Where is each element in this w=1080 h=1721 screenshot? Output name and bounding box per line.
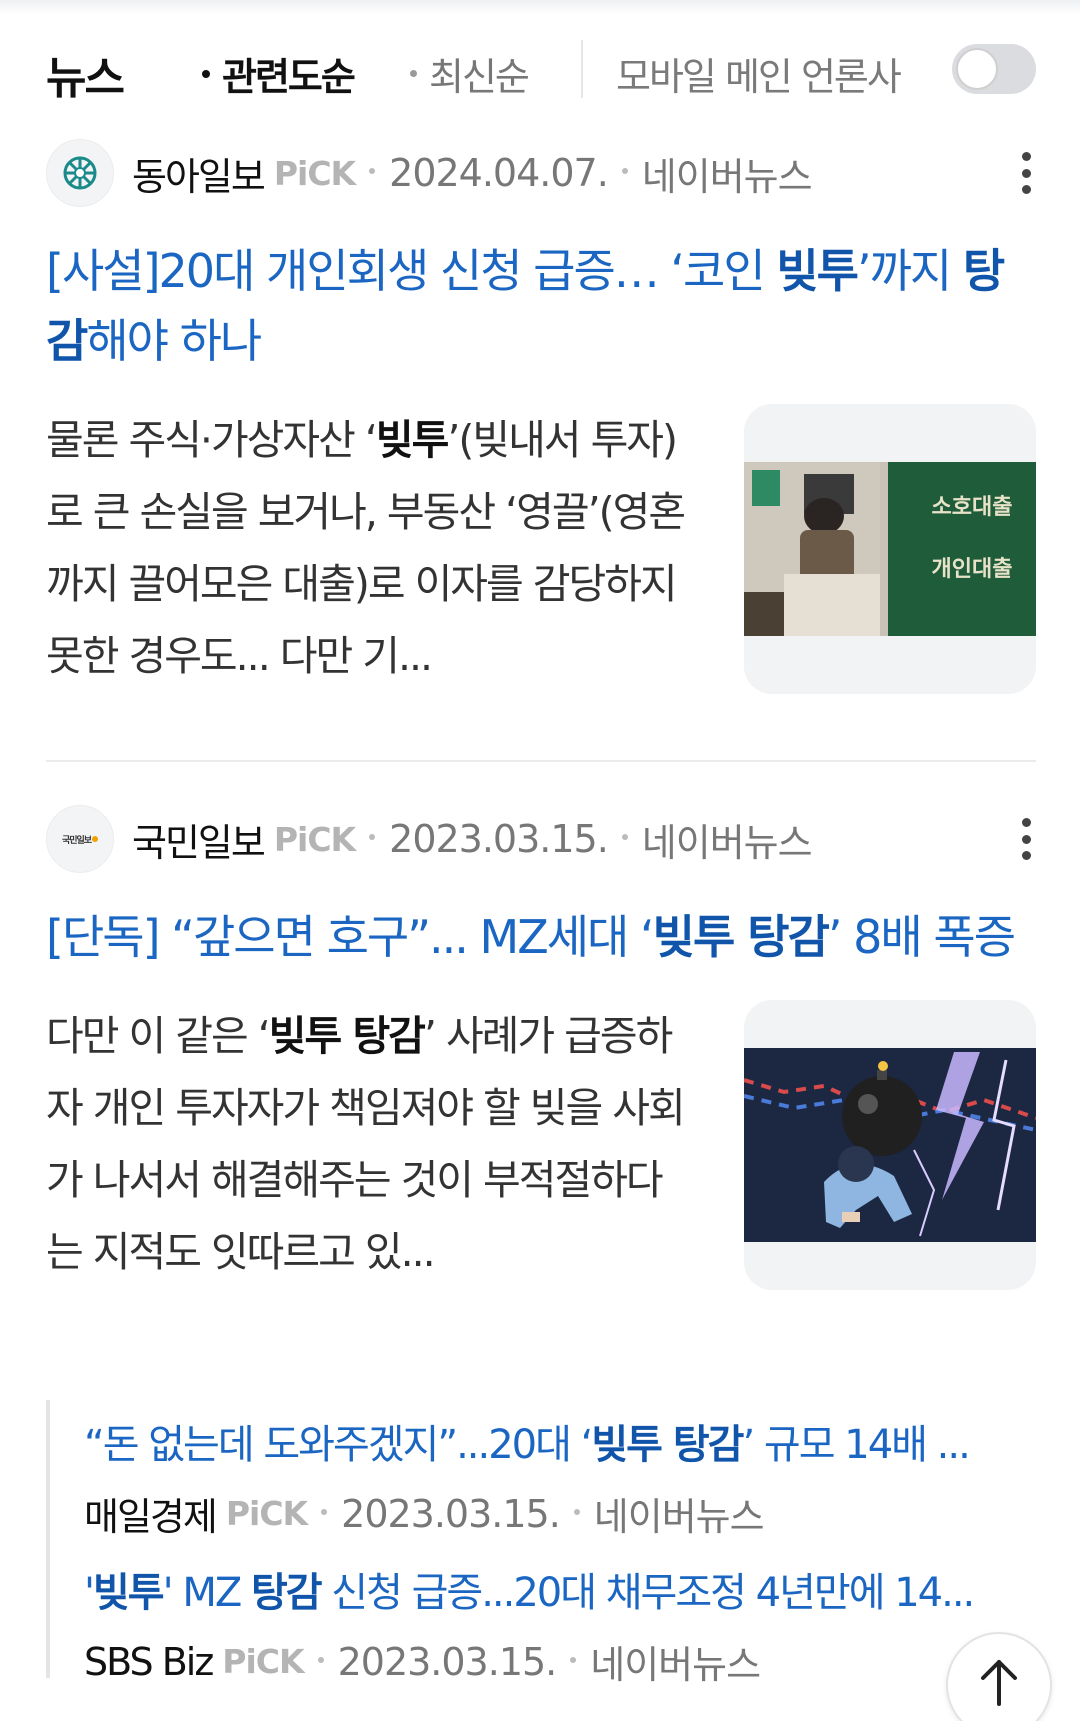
article-body: 물론 주식·가상자산 ‘빚투’(빚내서 투자)로 큰 손실을 보거나, 부동산 … (46, 404, 1036, 694)
article-summary[interactable]: 물론 주식·가상자산 ‘빚투’(빚내서 투자)로 큰 손실을 보거나, 부동산 … (46, 404, 696, 692)
naver-news-link[interactable]: 네이버뉴스 (594, 1486, 765, 1541)
meta-separator (573, 1508, 580, 1515)
sort-relevance-option[interactable]: 관련도순 (202, 46, 356, 101)
headline-text: 해야 하나 (86, 314, 262, 368)
related-item: '빚투' MZ 탕감 신청 급증...20대 채무조정 4년만에 14... S… (84, 1560, 1034, 1689)
headline-text: [사설]20대 개인회생 신청 급증… ‘코인 (46, 244, 777, 298)
meta-separator (369, 168, 376, 174)
related-headline-link[interactable]: “돈 없는데 도와주겠지”...20대 ‘빚투 탕감’ 규모 14배 ... (84, 1412, 1034, 1470)
meta-separator (570, 1656, 577, 1663)
press-name[interactable]: 매일경제 (84, 1486, 218, 1541)
meta-separator (317, 1656, 324, 1663)
article-thumbnail[interactable]: 소호대출 개인대출 (744, 404, 1036, 694)
related-articles: “돈 없는데 도와주겠지”...20대 ‘빚투 탕감’ 규모 14배 ... 매… (46, 1400, 1036, 1687)
news-section-header: 뉴스 관련도순 최신순 모바일 메인 언론사 (46, 36, 1036, 104)
related-headline-link[interactable]: '빚투' MZ 탕감 신청 급증...20대 채무조정 4년만에 14... (84, 1560, 1034, 1618)
article-body: 다만 이 같은 ‘빚투 탕감’ 사례가 급증하자 개인 투자자가 책임져야 할 … (46, 1000, 1036, 1290)
summary-text: 다만 이 같은 ‘ (46, 1012, 271, 1060)
pick-badge: PiCK (225, 1494, 308, 1533)
top-edge-shadow (0, 0, 1080, 14)
arrow-up-icon (981, 1660, 1017, 1706)
thumb-sign-text: 개인대출 (932, 557, 1013, 582)
article-headline-link[interactable]: [단독] “갚으면 호구”... MZ세대 ‘빚투 탕감’ 8배 폭증 (46, 902, 1036, 972)
mobile-main-press-label: 모바일 메인 언론사 (616, 55, 902, 99)
meta-separator (621, 168, 628, 174)
toggle-knob (956, 48, 998, 90)
article-date: 2023.03.15. (341, 1491, 561, 1536)
headline-text: [단독] “갚으면 호구”... MZ세대 ‘ (46, 910, 655, 964)
summary-text: 물론 주식·가상자산 ‘ (46, 416, 378, 464)
headline-text: ' (84, 1570, 95, 1616)
article-date: 2023.03.15. (337, 1639, 558, 1684)
headline-text: ’까지 (856, 244, 963, 298)
header-divider (581, 40, 583, 98)
headline-text: ’ 8배 폭증 (827, 910, 1016, 964)
related-meta: 매일경제 PiCK 2023.03.15. 네이버뉴스 (84, 1486, 1034, 1541)
headline-keyword: 빚투 (93, 1570, 165, 1616)
selected-dot-icon (202, 69, 210, 78)
sort-relevance-label: 관련도순 (222, 55, 356, 99)
bullet-dot-icon (410, 70, 417, 77)
scroll-to-top-button[interactable] (946, 1632, 1052, 1721)
kukmin-logo-icon[interactable]: 국민일보 (46, 805, 114, 873)
sort-latest-option[interactable]: 최신순 (410, 46, 530, 101)
article-source-row: 동아일보 PiCK 2024.04.07. 네이버뉴스 (46, 138, 1036, 208)
headline-text: ’ 규모 14배 ... (742, 1422, 971, 1468)
meta-separator (321, 1508, 328, 1515)
headline-keyword: 빚투 탕감 (591, 1422, 744, 1468)
section-title: 뉴스 (46, 53, 125, 104)
more-vertical-icon[interactable] (1022, 818, 1032, 860)
pick-badge: PiCK (273, 819, 356, 859)
headline-keyword: 탕감 (250, 1570, 323, 1616)
pick-badge: PiCK (273, 153, 356, 193)
press-logo-text: 국민일보 (61, 835, 92, 846)
meta-separator (369, 834, 376, 840)
article-date: 2023.03.15. (389, 817, 609, 861)
press-name[interactable]: 동아일보 (132, 146, 266, 201)
headline-text: “돈 없는데 도와주겠지”...20대 ‘ (84, 1422, 593, 1468)
naver-news-link[interactable]: 네이버뉴스 (642, 146, 813, 201)
news-article: 동아일보 PiCK 2024.04.07. 네이버뉴스 [사설]20대 개인회생… (46, 138, 1036, 694)
article-divider (46, 760, 1036, 762)
headline-text: 신청 급증...20대 채무조정 4년만에 14... (320, 1570, 975, 1616)
meta-separator (621, 834, 628, 840)
article-date: 2024.04.07. (389, 151, 609, 195)
summary-keyword: 빚투 (375, 416, 449, 464)
thumb-sign-text: 소호대출 (932, 495, 1013, 520)
press-name[interactable]: SBS Biz (84, 1640, 214, 1684)
article-summary[interactable]: 다만 이 같은 ‘빚투 탕감’ 사례가 급증하자 개인 투자자가 책임져야 할 … (46, 1000, 696, 1288)
headline-keyword: 빚투 탕감 (652, 910, 830, 964)
donga-logo-icon[interactable] (46, 139, 114, 207)
related-indent-bar (46, 1400, 50, 1678)
more-vertical-icon[interactable] (1022, 152, 1032, 194)
pick-badge: PiCK (222, 1642, 304, 1681)
related-meta: SBS Biz PiCK 2023.03.15. 네이버뉴스 (84, 1634, 1034, 1689)
article-source-row: 국민일보 국민일보 PiCK 2023.03.15. 네이버뉴스 (46, 804, 1036, 874)
news-article: 국민일보 국민일보 PiCK 2023.03.15. 네이버뉴스 [단독] “갚… (46, 804, 1036, 1290)
naver-news-link[interactable]: 네이버뉴스 (642, 812, 813, 867)
article-headline-link[interactable]: [사설]20대 개인회생 신청 급증… ‘코인 빚투’까지 탕감해야 하나 (46, 236, 1036, 376)
headline-keyword: 빚투 (776, 244, 859, 298)
naver-news-link[interactable]: 네이버뉴스 (590, 1634, 761, 1689)
headline-text: ' MZ (162, 1570, 251, 1616)
sort-latest-label: 최신순 (429, 55, 530, 99)
press-name[interactable]: 국민일보 (132, 812, 266, 867)
related-item: “돈 없는데 도와주겠지”...20대 ‘빚투 탕감’ 규모 14배 ... 매… (84, 1412, 1034, 1541)
summary-keyword: 빚투 탕감 (268, 1012, 426, 1060)
mobile-main-press-toggle[interactable] (952, 44, 1036, 94)
article-thumbnail[interactable] (744, 1000, 1036, 1290)
